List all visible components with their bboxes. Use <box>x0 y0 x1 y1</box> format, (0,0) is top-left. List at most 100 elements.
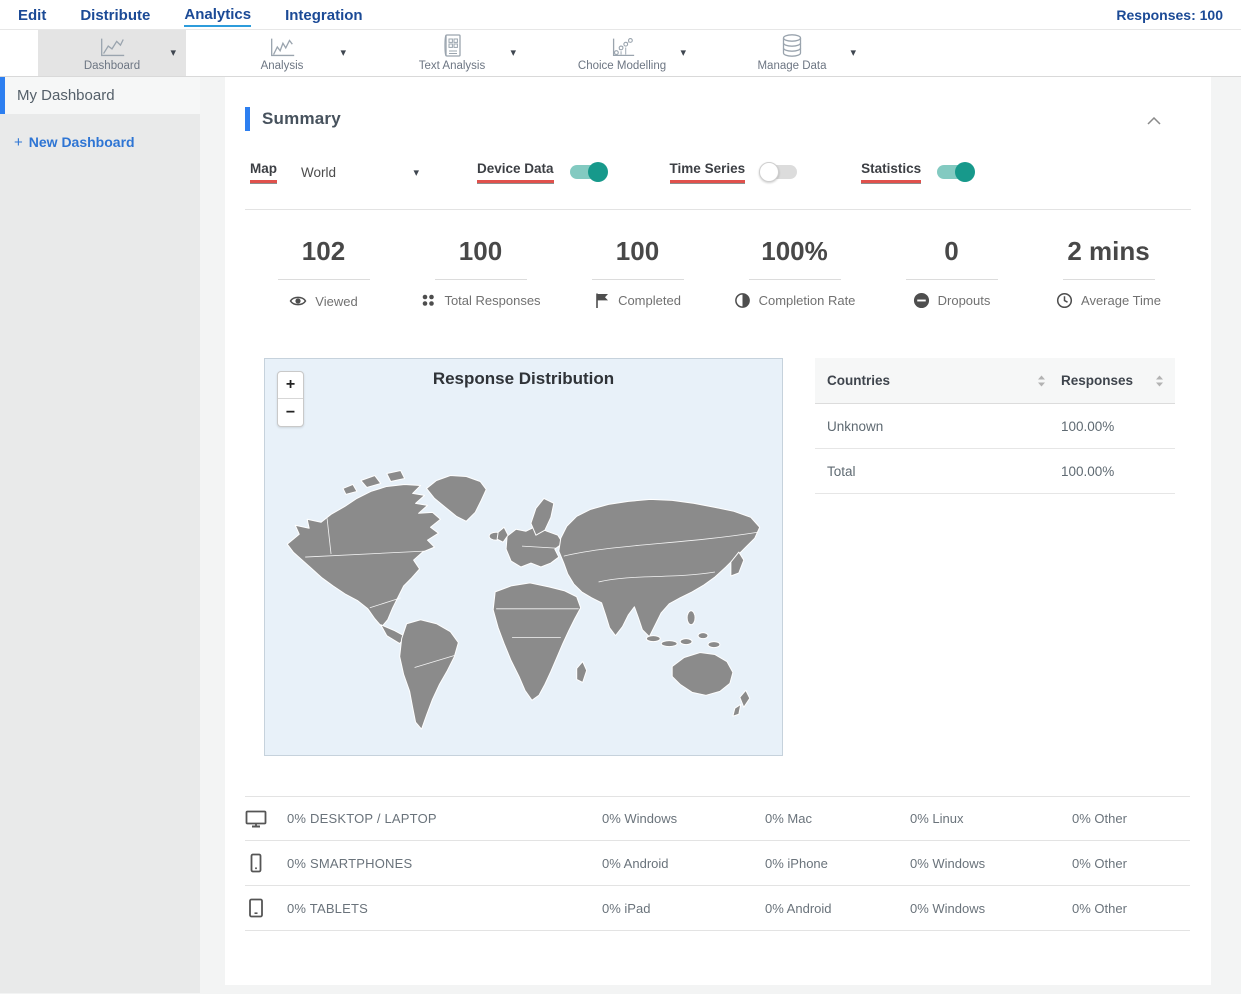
os-cell: 0% iPad <box>602 900 651 916</box>
sort-icon[interactable] <box>1038 375 1045 387</box>
stat-completed: 100 Completed <box>559 236 716 310</box>
stat-dropouts: 0 Dropouts <box>873 236 1030 310</box>
collapse-chevron-icon[interactable] <box>1147 117 1161 125</box>
stat-label: Average Time <box>1081 293 1161 308</box>
dots-grid-icon <box>420 292 436 308</box>
eye-icon <box>289 292 307 310</box>
stat-value: 2 mins <box>1062 236 1155 280</box>
statistics-label[interactable]: Statistics <box>861 161 922 183</box>
device-cell: 0% DESKTOP / LAPTOP <box>287 811 437 826</box>
summary-card: Summary Map World ▾ Device Data Time Ser… <box>225 77 1211 985</box>
responses-cell: 100.00% <box>1061 463 1115 479</box>
countries-header-label: Countries <box>827 373 891 388</box>
new-dashboard-button[interactable]: + New Dashboard <box>14 134 200 151</box>
table-row: Total 100.00% <box>815 449 1175 494</box>
toolbar-label: Text Analysis <box>418 59 486 72</box>
plus-icon: + <box>14 134 23 151</box>
line-chart-icon <box>267 35 297 59</box>
toolbar-label: Choice Modelling <box>577 59 667 72</box>
device-cell: 0% SMARTPHONES <box>287 855 413 871</box>
toolbar-label: Analysis <box>260 59 304 72</box>
summary-title: Summary <box>262 109 341 128</box>
main-area: Summary Map World ▾ Device Data Time Ser… <box>200 77 1241 993</box>
stat-label: Total Responses <box>444 292 541 308</box>
os-cell: 0% Other <box>1072 811 1127 826</box>
stat-completion-rate: 100% Completion Rate <box>716 236 873 310</box>
country-cell: Total <box>827 463 856 479</box>
smartphone-icon <box>245 853 287 873</box>
country-cell: Unknown <box>827 418 884 434</box>
chevron-down-icon[interactable]: ▾ <box>170 48 176 59</box>
os-cell: 0% Mac <box>765 811 812 826</box>
device-data-toggle[interactable] <box>569 162 608 182</box>
stat-viewed: 102 Viewed <box>245 236 402 310</box>
tablet-icon <box>245 898 287 918</box>
summary-controls: Map World ▾ Device Data Time Series Stat… <box>250 161 1191 183</box>
analytics-toolbar: Dashboard ▾ Analysis ▾ Text Analysis ▾ C… <box>0 30 1241 77</box>
chevron-down-icon[interactable]: ▾ <box>680 48 686 59</box>
top-nav: Edit Distribute Analytics Integration Re… <box>0 0 1241 30</box>
response-distribution-map[interactable]: Response Distribution + − <box>264 358 783 756</box>
chevron-down-icon[interactable]: ▾ <box>850 48 856 59</box>
minus-circle-icon <box>913 292 930 309</box>
dashboard-sidebar: My Dashboard + New Dashboard <box>0 77 200 993</box>
nav-integration[interactable]: Integration <box>285 3 363 26</box>
stat-label: Viewed <box>315 293 358 309</box>
stat-average-time: 2 mins Average Time <box>1030 236 1187 310</box>
table-row: Unknown 100.00% <box>815 404 1175 449</box>
toolbar-label: Manage Data <box>757 59 827 72</box>
time-series-toggle[interactable] <box>759 162 798 182</box>
sidebar-item-label: My Dashboard <box>17 87 115 104</box>
world-map[interactable] <box>265 387 782 755</box>
chevron-down-icon: ▾ <box>413 166 419 179</box>
nav-edit[interactable]: Edit <box>18 3 46 26</box>
os-cell: 0% Linux <box>910 811 964 826</box>
responses-cell: 100.00% <box>1061 418 1115 434</box>
scatter-line-icon <box>608 35 636 59</box>
table-row: 0% DESKTOP / LAPTOP 0% Windows 0% Mac 0%… <box>245 796 1190 841</box>
nav-distribute[interactable]: Distribute <box>80 3 150 26</box>
os-cell: 0% Windows <box>602 811 678 826</box>
map-region-select[interactable]: World ▾ <box>301 165 419 180</box>
os-cell: 0% Windows <box>910 855 986 871</box>
toolbar-text-analysis[interactable]: Text Analysis ▾ <box>378 30 526 76</box>
map-region-value: World <box>301 164 337 180</box>
toolbar-dashboard[interactable]: Dashboard ▾ <box>38 30 186 76</box>
device-data-label[interactable]: Device Data <box>477 161 554 183</box>
chevron-down-icon[interactable]: ▾ <box>340 48 346 59</box>
toolbar-analysis[interactable]: Analysis ▾ <box>208 30 356 76</box>
os-cell: 0% Windows <box>910 900 986 916</box>
flag-icon <box>594 292 610 309</box>
responses-count: Responses: 100 <box>1116 6 1223 23</box>
toolbar-manage-data[interactable]: Manage Data ▾ <box>718 30 866 76</box>
toolbar-choice-modelling[interactable]: Choice Modelling ▾ <box>548 30 696 76</box>
stat-label: Completion Rate <box>758 293 856 308</box>
stat-total-responses: 100 Total Responses <box>402 236 559 310</box>
nav-analytics[interactable]: Analytics <box>184 2 252 27</box>
map-label[interactable]: Map <box>250 161 277 183</box>
os-cell: 0% Android <box>765 900 832 916</box>
table-row: 0% SMARTPHONES 0% Android 0% iPhone 0% W… <box>245 841 1190 886</box>
stat-label: Completed <box>618 293 681 308</box>
sort-icon[interactable] <box>1156 375 1163 387</box>
device-cell: 0% TABLETS <box>287 900 368 916</box>
toggle-knob <box>587 162 608 182</box>
stat-value: 100% <box>748 236 841 280</box>
half-circle-icon <box>734 292 751 309</box>
stat-label: Dropouts <box>937 293 991 308</box>
clock-icon <box>1056 292 1073 309</box>
chevron-down-icon[interactable]: ▾ <box>510 48 516 59</box>
database-icon <box>779 33 805 59</box>
countries-table-header: Countries Responses <box>815 358 1175 404</box>
desktop-icon <box>245 809 287 829</box>
accent-bar <box>245 107 250 131</box>
stats-row: 102 Viewed 100 Total Responses 100 Compl… <box>245 236 1191 310</box>
responses-header-label: Responses <box>1061 373 1134 388</box>
document-grid-icon <box>439 33 465 59</box>
line-chart-icon <box>97 35 127 59</box>
os-cell: 0% Other <box>1072 900 1127 916</box>
sidebar-item-my-dashboard[interactable]: My Dashboard <box>0 77 200 114</box>
table-row: 0% TABLETS 0% iPad 0% Android 0% Windows… <box>245 886 1190 931</box>
statistics-toggle[interactable] <box>937 162 976 182</box>
time-series-label[interactable]: Time Series <box>669 161 746 183</box>
